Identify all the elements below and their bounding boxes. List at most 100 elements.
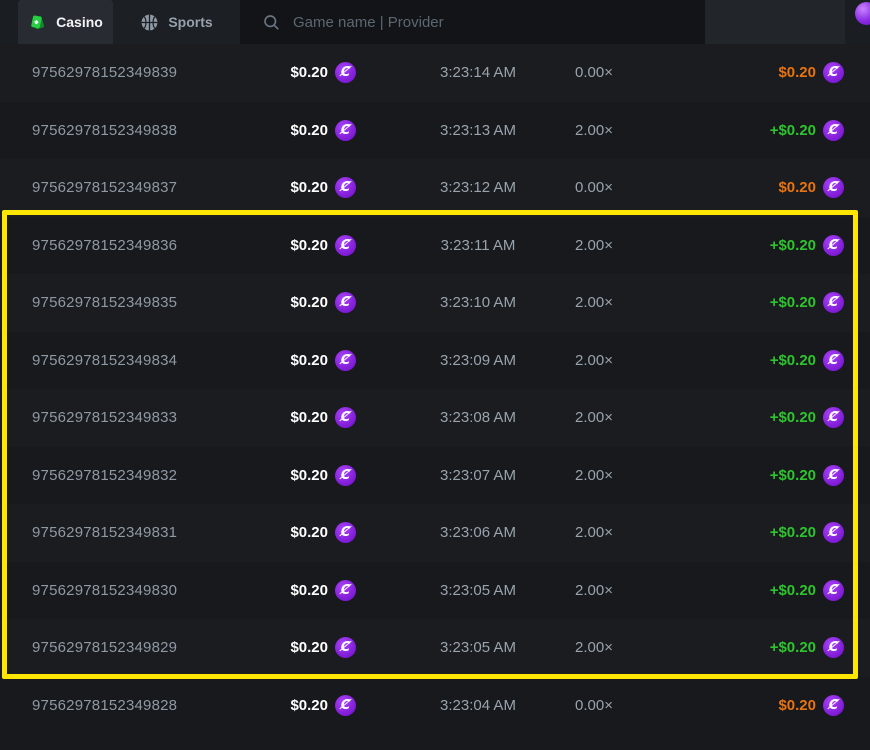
bet-multiplier: 0.00× [556,697,676,714]
bet-payout: +$0.20 Ȼ [676,120,844,141]
bet-amount: $0.20 Ȼ [268,62,356,83]
search-bar [240,0,705,44]
bet-id: 97562978152349829 [32,639,268,656]
search-input[interactable] [291,13,651,32]
coin-icon: Ȼ [823,637,844,658]
bet-time: 3:23:07 AM [356,467,556,484]
bet-payout-value: +$0.20 [770,467,816,484]
bet-amount-value: $0.20 [290,697,328,714]
bet-payout: +$0.20 Ȼ [676,522,844,543]
bet-payout-value: +$0.20 [770,237,816,254]
bet-payout: +$0.20 Ȼ [676,465,844,486]
tab-casino-label: Casino [56,14,103,30]
bet-amount-value: $0.20 [290,582,328,599]
coin-icon: Ȼ [335,62,356,83]
bet-payout-value: +$0.20 [770,409,816,426]
bet-amount-value: $0.20 [290,352,328,369]
bet-id: 97562978152349839 [32,64,268,81]
bet-time: 3:23:13 AM [356,122,556,139]
bet-multiplier: 2.00× [556,294,676,311]
bet-multiplier: 2.00× [556,237,676,254]
bet-amount: $0.20 Ȼ [268,465,356,486]
bet-payout-value: +$0.20 [770,639,816,656]
bet-amount-value: $0.20 [290,122,328,139]
bet-time: 3:23:05 AM [356,639,556,656]
bet-multiplier: 2.00× [556,582,676,599]
balance-coin-icon[interactable] [855,2,870,25]
bet-payout: +$0.20 Ȼ [676,292,844,313]
table-row[interactable]: 97562978152349835 $0.20 Ȼ 3:23:10 AM 2.0… [0,274,870,332]
bet-payout: +$0.20 Ȼ [676,407,844,428]
bet-amount: $0.20 Ȼ [268,292,356,313]
bet-id: 97562978152349834 [32,352,268,369]
bet-amount-value: $0.20 [290,467,328,484]
bet-id: 97562978152349831 [32,524,268,541]
table-row[interactable]: 97562978152349829 $0.20 Ȼ 3:23:05 AM 2.0… [0,619,870,677]
bet-amount-value: $0.20 [290,524,328,541]
coin-icon: Ȼ [823,522,844,543]
bet-time: 3:23:14 AM [356,64,556,81]
table-row[interactable]: 97562978152349836 $0.20 Ȼ 3:23:11 AM 2.0… [0,217,870,275]
table-row[interactable]: 97562978152349833 $0.20 Ȼ 3:23:08 AM 2.0… [0,389,870,447]
bet-payout-value: +$0.20 [770,352,816,369]
bet-time: 3:23:05 AM [356,582,556,599]
bet-amount: $0.20 Ȼ [268,580,356,601]
bet-table: 97562978152349839 $0.20 Ȼ 3:23:14 AM 0.0… [0,44,870,734]
tab-sports[interactable]: Sports [113,0,240,44]
coin-icon: Ȼ [335,350,356,371]
bet-time: 3:23:12 AM [356,179,556,196]
table-row[interactable]: 97562978152349839 $0.20 Ȼ 3:23:14 AM 0.0… [0,44,870,102]
table-row[interactable]: 97562978152349828 $0.20 Ȼ 3:23:04 AM 0.0… [0,677,870,735]
search-icon [262,13,280,31]
bet-amount-value: $0.20 [290,639,328,656]
table-row[interactable]: 97562978152349831 $0.20 Ȼ 3:23:06 AM 2.0… [0,504,870,562]
bet-payout-value: $0.20 [778,697,816,714]
bet-id: 97562978152349828 [32,697,268,714]
bet-amount: $0.20 Ȼ [268,177,356,198]
coin-icon: Ȼ [823,235,844,256]
coin-icon: Ȼ [823,695,844,716]
bet-amount-value: $0.20 [290,64,328,81]
coin-icon: Ȼ [823,177,844,198]
table-row[interactable]: 97562978152349838 $0.20 Ȼ 3:23:13 AM 2.0… [0,102,870,160]
bet-amount-value: $0.20 [290,409,328,426]
bet-time: 3:23:09 AM [356,352,556,369]
tab-casino[interactable]: Casino [18,0,113,44]
bet-payout-value: +$0.20 [770,294,816,311]
coin-icon: Ȼ [335,465,356,486]
bet-id: 97562978152349835 [32,294,268,311]
sports-basketball-icon [140,13,159,32]
bet-id: 97562978152349836 [32,237,268,254]
bet-multiplier: 2.00× [556,467,676,484]
bet-time: 3:23:11 AM [356,237,556,254]
bet-amount: $0.20 Ȼ [268,695,356,716]
bet-amount: $0.20 Ȼ [268,637,356,658]
coin-icon: Ȼ [823,62,844,83]
bet-payout: +$0.20 Ȼ [676,637,844,658]
bet-time: 3:23:08 AM [356,409,556,426]
coin-icon: Ȼ [823,350,844,371]
table-row[interactable]: 97562978152349834 $0.20 Ȼ 3:23:09 AM 2.0… [0,332,870,390]
bet-amount: $0.20 Ȼ [268,235,356,256]
bet-multiplier: 2.00× [556,122,676,139]
bet-multiplier: 0.00× [556,64,676,81]
coin-icon: Ȼ [335,637,356,658]
coin-icon: Ȼ [823,120,844,141]
bet-id: 97562978152349832 [32,467,268,484]
coin-icon: Ȼ [335,580,356,601]
bet-multiplier: 2.00× [556,524,676,541]
coin-icon: Ȼ [335,235,356,256]
bet-payout: +$0.20 Ȼ [676,350,844,371]
bet-payout-value: +$0.20 [770,122,816,139]
coin-icon: Ȼ [335,522,356,543]
coin-icon: Ȼ [823,580,844,601]
table-row[interactable]: 97562978152349832 $0.20 Ȼ 3:23:07 AM 2.0… [0,447,870,505]
bet-time: 3:23:10 AM [356,294,556,311]
table-row[interactable]: 97562978152349837 $0.20 Ȼ 3:23:12 AM 0.0… [0,159,870,217]
bet-payout-value: $0.20 [778,179,816,196]
table-row[interactable]: 97562978152349830 $0.20 Ȼ 3:23:05 AM 2.0… [0,562,870,620]
top-nav: Casino Sports [0,0,870,44]
bet-amount: $0.20 Ȼ [268,350,356,371]
bet-id: 97562978152349830 [32,582,268,599]
wallet-panel[interactable] [705,0,845,44]
